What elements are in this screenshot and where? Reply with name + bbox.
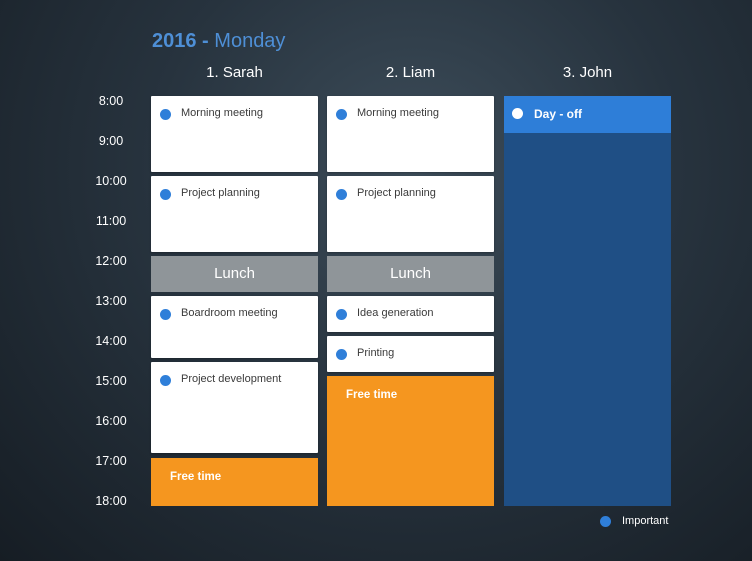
- important-dot-icon: [336, 189, 347, 200]
- event-morning-meeting-sarah[interactable]: Morning meeting: [151, 96, 318, 172]
- title-day: Monday: [214, 30, 286, 52]
- page-title: 2016 - Monday: [152, 30, 285, 53]
- event-label: Project planning: [181, 187, 260, 199]
- event-label: Morning meeting: [181, 107, 263, 119]
- event-idea-generation-liam[interactable]: Idea generation: [327, 296, 494, 332]
- event-lunch-liam[interactable]: Lunch: [327, 256, 494, 292]
- time-label: 9:00: [98, 134, 124, 148]
- time-label: 13:00: [95, 294, 127, 308]
- important-dot-icon: [336, 109, 347, 120]
- event-morning-meeting-liam[interactable]: Morning meeting: [327, 96, 494, 172]
- event-project-development-sarah[interactable]: Project development: [151, 362, 318, 453]
- event-free-time-sarah[interactable]: Free time: [151, 458, 318, 506]
- event-label: Free time: [170, 471, 222, 483]
- legend-important-dot-icon: [600, 516, 611, 527]
- event-free-time-liam[interactable]: Free time: [327, 376, 494, 506]
- column-header-john: 3. John: [562, 64, 613, 81]
- time-label: 14:00: [95, 334, 127, 348]
- event-lunch-sarah[interactable]: Lunch: [151, 256, 318, 292]
- event-project-planning-liam[interactable]: Project planning: [327, 176, 494, 252]
- time-label: 8:00: [98, 94, 124, 108]
- time-label: 15:00: [95, 374, 127, 388]
- event-label: Project planning: [357, 187, 436, 199]
- important-dot-icon: [160, 109, 171, 120]
- important-dot-icon: [160, 189, 171, 200]
- event-label: Morning meeting: [357, 107, 439, 119]
- time-label: 11:00: [95, 214, 127, 228]
- dot-icon: [512, 108, 523, 119]
- event-printing-liam[interactable]: Printing: [327, 336, 494, 372]
- event-label: Idea generation: [357, 307, 434, 319]
- event-label: Day - off: [534, 107, 582, 121]
- day-off-column-john: [504, 96, 671, 506]
- event-label: Printing: [357, 347, 395, 359]
- title-year: 2016 -: [152, 30, 209, 52]
- time-label: 12:00: [95, 254, 127, 268]
- important-dot-icon: [160, 309, 171, 320]
- column-header-liam: 2. Liam: [385, 64, 436, 81]
- event-label: Free time: [346, 389, 398, 401]
- time-label: 16:00: [95, 414, 127, 428]
- event-project-planning-sarah[interactable]: Project planning: [151, 176, 318, 252]
- time-label: 17:00: [95, 454, 127, 468]
- important-dot-icon: [160, 375, 171, 386]
- event-label: Project development: [181, 373, 282, 385]
- important-dot-icon: [336, 309, 347, 320]
- important-dot-icon: [336, 349, 347, 360]
- event-day-off-john[interactable]: Day - off: [504, 96, 671, 133]
- legend-important-label: Important: [622, 515, 669, 527]
- time-label: 10:00: [95, 174, 127, 188]
- column-header-sarah: 1. Sarah: [206, 64, 263, 81]
- time-label: 18:00: [95, 494, 127, 508]
- event-label: Boardroom meeting: [181, 307, 278, 319]
- event-boardroom-meeting-sarah[interactable]: Boardroom meeting: [151, 296, 318, 358]
